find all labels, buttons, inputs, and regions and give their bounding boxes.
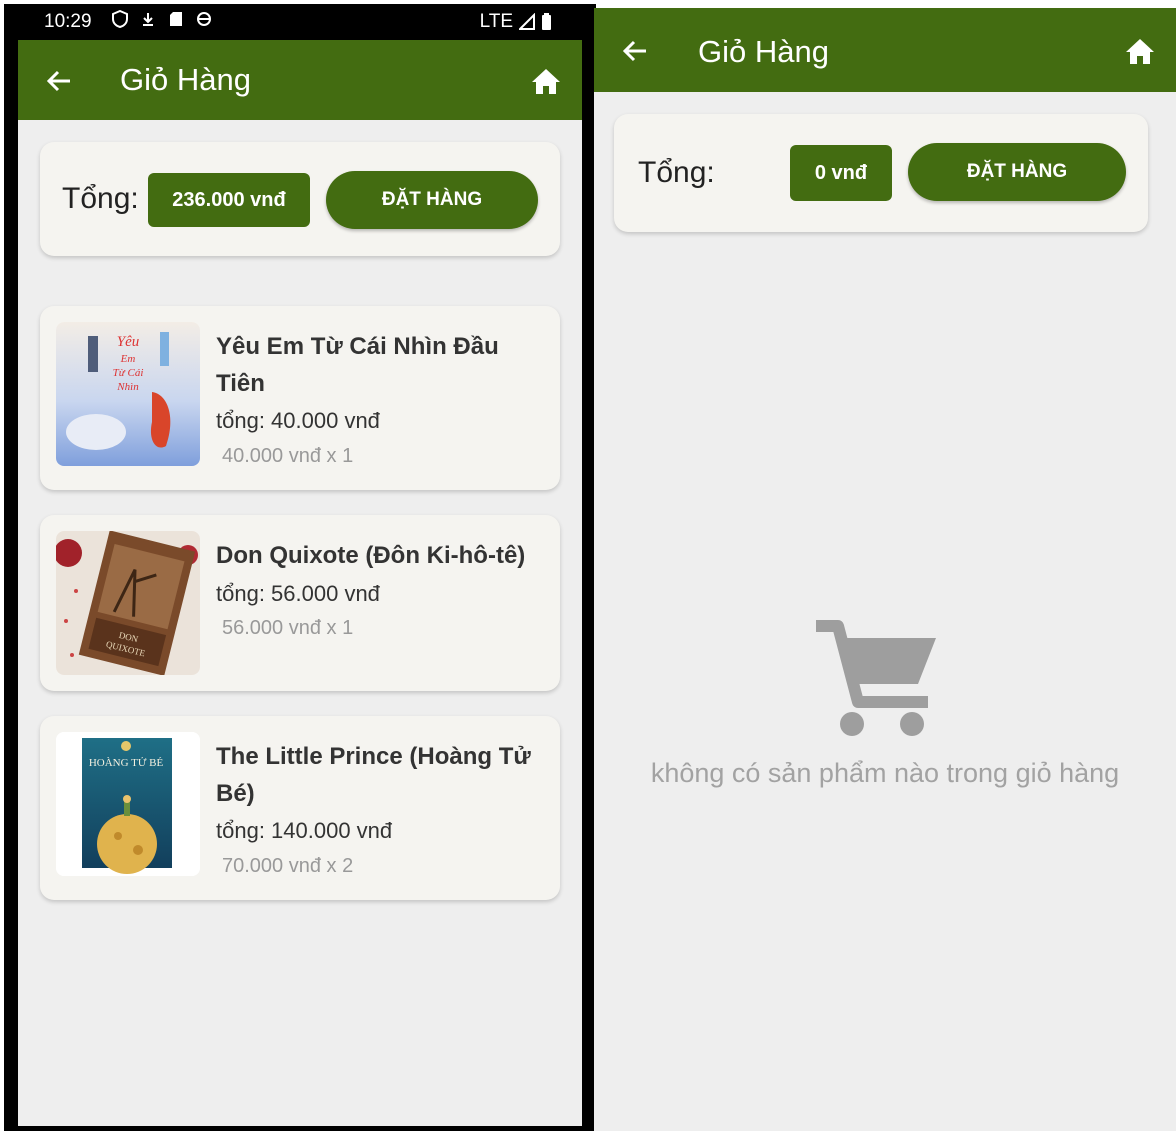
total-value-badge: 0 vnđ (790, 145, 892, 201)
status-system-icons: LTE (480, 11, 552, 33)
arrow-back-icon[interactable] (44, 66, 74, 96)
cart-screen-with-items: Giỏ Hàng Tổng: 236.000 vnđ ĐẶT HÀNG Yêu … (18, 40, 582, 1126)
item-title: Don Quixote (Đôn Ki-hô-tê) (216, 542, 526, 569)
download-icon (143, 13, 153, 26)
svg-text:Nhìn: Nhìn (116, 381, 139, 393)
battery-icon (542, 13, 551, 30)
item-unit-price: 70.000 vnđ x 2 (222, 855, 354, 877)
page-title: Giỏ Hàng (120, 62, 251, 97)
item-unit-price: 40.000 vnđ x 1 (222, 445, 354, 467)
total-value-badge: 236.000 vnđ (148, 173, 310, 227)
page-title: Giỏ Hàng (698, 34, 829, 69)
place-order-button[interactable]: ĐẶT HÀNG (326, 171, 538, 229)
phone-frame-left: 10:29 LTE Giỏ Hàng Tổng: 236.000 vnđ ĐẶT… (4, 4, 596, 1131)
item-unit-price: 56.000 vnđ x 1 (222, 617, 354, 639)
item-total: tổng: 140.000 vnđ (216, 818, 393, 843)
item-title: Yêu Em Từ Cái Nhìn Đầu Tiên (216, 333, 499, 397)
svg-text:Từ Cái: Từ Cái (113, 367, 144, 379)
item-total: tổng: 56.000 vnđ (216, 581, 380, 606)
total-label: Tổng: (62, 182, 139, 215)
book-cover-image: DON QUIXOTE (56, 531, 200, 675)
app-bar: Giỏ Hàng (594, 8, 1176, 92)
signal-icon (519, 13, 535, 30)
status-time: 10:29 (44, 11, 92, 32)
cart-summary-card: Tổng: 0 vnđ ĐẶT HÀNG (614, 114, 1148, 232)
sync-icon (197, 12, 211, 26)
svg-text:Yêu: Yêu (117, 334, 140, 350)
shopping-cart-icon (816, 620, 936, 736)
cart-item[interactable]: Yêu Em Từ Cái Nhìn Yêu Em Từ Cái Nhìn Đầ… (40, 306, 560, 490)
screenshot-root: 10:29 LTE Giỏ Hàng Tổng: 236.000 vnđ ĐẶT… (0, 0, 1176, 1131)
empty-cart-message: không có sản phẩm nào trong giỏ hàng (650, 758, 1120, 788)
book-cover-art: HOÀNG TỬ BÉ (56, 732, 200, 876)
svg-text:HOÀNG TỬ BÉ: HOÀNG TỬ BÉ (89, 757, 164, 769)
cart-item[interactable]: HOÀNG TỬ BÉ The Little Prince (Hoàng Tử … (40, 716, 560, 900)
shield-icon (112, 10, 128, 28)
item-title: The Little Prince (Hoàng Tử Bé) (216, 743, 531, 807)
app-bar: Giỏ Hàng (18, 40, 582, 120)
status-notification-icons (112, 10, 212, 28)
book-cover-art: Yêu Em Từ Cái Nhìn (56, 322, 200, 466)
status-bar: 10:29 LTE (4, 4, 596, 40)
sd-card-icon (170, 12, 182, 26)
total-label: Tổng: (638, 156, 715, 189)
arrow-back-icon[interactable] (620, 36, 650, 66)
network-type: LTE (479, 11, 513, 32)
home-icon[interactable] (1124, 36, 1156, 66)
cart-item[interactable]: DON QUIXOTE Don Quixote (Đôn Ki-hô-tê) t… (40, 515, 560, 691)
place-order-button[interactable]: ĐẶT HÀNG (908, 143, 1126, 201)
home-icon[interactable] (530, 66, 562, 96)
cart-summary-card: Tổng: 236.000 vnđ ĐẶT HÀNG (40, 142, 560, 256)
svg-text:Em: Em (120, 353, 136, 365)
item-total: tổng: 40.000 vnđ (216, 408, 380, 433)
cart-screen-empty: Giỏ Hàng Tổng: 0 vnđ ĐẶT HÀNG không có s… (594, 8, 1176, 1131)
book-cover-art: DON QUIXOTE (56, 531, 200, 675)
book-cover-image: HOÀNG TỬ BÉ (56, 732, 200, 876)
book-cover-image: Yêu Em Từ Cái Nhìn (56, 322, 200, 466)
